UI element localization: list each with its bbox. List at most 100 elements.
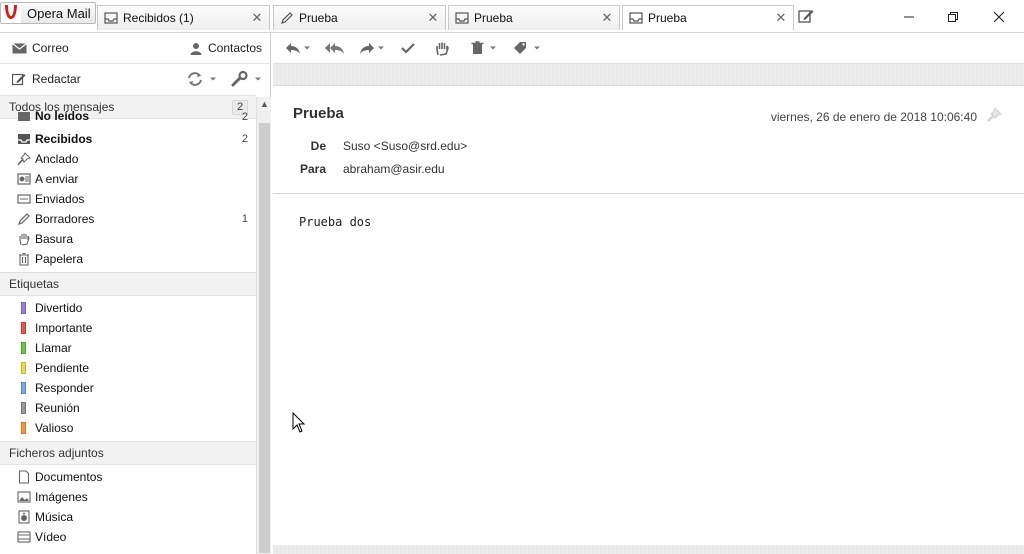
chevron-down-icon [490, 46, 496, 50]
close-tab-icon[interactable]: ✕ [425, 10, 441, 26]
scrollbar-thumb[interactable] [259, 123, 270, 553]
from-value[interactable]: Suso <Suso@srd.edu> [343, 139, 467, 153]
attachments-header[interactable]: Ficheros adjuntos [0, 441, 256, 465]
sidebar-item-llamar[interactable]: Llamar [0, 338, 256, 358]
inbox-icon [104, 12, 118, 24]
sidebar-item-responder[interactable]: Responder [0, 378, 256, 398]
trash-icon [471, 41, 484, 54]
message-subject: Prueba [293, 105, 344, 122]
music-icon [18, 510, 30, 524]
forward-icon [360, 43, 374, 54]
tab-prueba-active[interactable]: Prueba ✕ [622, 5, 794, 30]
inbox-icon [18, 134, 30, 144]
sidebar-item-video[interactable]: Vídeo [0, 527, 256, 547]
close-icon [993, 11, 1005, 22]
pin-icon[interactable] [986, 107, 1002, 123]
sidebar-item-reunion[interactable]: Reunión [0, 398, 256, 418]
reply-button[interactable] [285, 36, 311, 60]
sidebar-item-enviados[interactable]: Enviados [0, 189, 256, 209]
opera-mail-label: Opera Mail [27, 5, 91, 21]
label-button[interactable] [513, 36, 541, 60]
sidebar-item-label: Vídeo [35, 530, 67, 544]
chevron-down-icon [378, 46, 384, 50]
contacts-label: Contactos [208, 41, 263, 55]
label-color-icon [21, 402, 26, 414]
spam-button[interactable] [435, 36, 449, 60]
minimize-button[interactable] [886, 0, 932, 33]
sidebar-item-label: Borradores [35, 212, 95, 226]
sidebar-item-divertido[interactable]: Divertido [0, 298, 256, 318]
label-color-icon [21, 362, 26, 374]
reply-all-button[interactable] [325, 36, 345, 60]
mark-read-button[interactable] [401, 36, 415, 60]
sidebar-item-valioso[interactable]: Valioso [0, 418, 256, 438]
sidebar-item-basura[interactable]: Basura [0, 229, 256, 249]
sidebar-compose-row: Redactar [0, 64, 271, 95]
label-color-icon [21, 342, 26, 354]
hand-icon [19, 233, 30, 246]
tab-recibidos[interactable]: Recibidos (1) ✕ [97, 5, 270, 30]
sidebar-item-imagenes[interactable]: Imágenes [0, 487, 256, 507]
labels-header[interactable]: Etiquetas [0, 272, 256, 296]
sync-button[interactable] [186, 71, 217, 87]
minimize-icon [904, 16, 914, 17]
pencil-icon [18, 213, 30, 225]
chevron-down-icon [210, 77, 216, 81]
sidebar-item-papelera[interactable]: Papelera [0, 249, 256, 269]
message-body: Prueba dos [299, 215, 372, 229]
sidebar-item-anclado[interactable]: Anclado [0, 149, 256, 169]
restore-button[interactable] [930, 0, 976, 33]
delete-button[interactable] [471, 36, 497, 60]
scroll-up-arrow-icon[interactable]: ▲ [257, 97, 272, 111]
chevron-down-icon [304, 46, 310, 50]
to-value[interactable]: abraham@asir.edu [343, 162, 445, 176]
sidebar-item-label: Anclado [35, 152, 79, 166]
mail-label: Correo [32, 41, 69, 55]
sidebar-item-documentos[interactable]: Documentos [0, 467, 256, 487]
restore-icon [948, 11, 958, 22]
opera-mail-menu-button[interactable]: Opera Mail [0, 2, 96, 24]
sidebar-item-unread[interactable]: No leídos 2 [0, 111, 256, 123]
from-label: De [310, 139, 326, 153]
sidebar-item-label: Importante [35, 321, 93, 335]
close-tab-icon[interactable]: ✕ [773, 10, 789, 26]
tab-bar: Opera Mail Recibidos (1) ✕ Prueba ✕ Prue… [0, 0, 1024, 33]
sidebar-item-pendiente[interactable]: Pendiente [0, 358, 256, 378]
contacts-view-button[interactable]: Contactos [190, 41, 262, 55]
sidebar-item-label: Divertido [35, 301, 83, 315]
attachments-header-label: Ficheros adjuntos [9, 446, 104, 460]
close-tab-icon[interactable]: ✕ [249, 10, 265, 26]
tab-label: Prueba [648, 11, 687, 25]
sidebar-scrollbar[interactable]: ▲ [256, 97, 271, 554]
video-icon [17, 531, 31, 543]
sidebar-item-count: 2 [241, 111, 248, 123]
labels-header-label: Etiquetas [9, 277, 60, 291]
checkmark-icon [401, 43, 415, 54]
tab-prueba-inbox[interactable]: Prueba ✕ [448, 5, 620, 30]
sidebar-item-recibidos[interactable]: Recibidos 2 [0, 129, 256, 149]
label-color-icon [21, 302, 26, 314]
sidebar-item-label: Recibidos [35, 132, 93, 146]
sent-icon [17, 194, 31, 204]
compose-icon [798, 10, 814, 23]
label-color-icon [21, 422, 26, 434]
sidebar-item-a-enviar[interactable]: A enviar [0, 169, 256, 189]
forward-button[interactable] [359, 36, 385, 60]
sidebar-item-label: Imágenes [35, 490, 88, 504]
envelope-icon [12, 42, 27, 53]
sidebar-item-label: Valioso [35, 421, 74, 435]
compose-button[interactable]: Redactar [12, 72, 81, 86]
new-message-button[interactable] [796, 6, 822, 28]
message-header: Prueba viernes, 26 de enero de 2018 10:0… [273, 86, 1024, 194]
sidebar-item-label: Llamar [35, 341, 72, 355]
sidebar-item-musica[interactable]: Música [0, 507, 256, 527]
tab-prueba-draft[interactable]: Prueba ✕ [273, 5, 446, 30]
sidebar-item-label: Documentos [35, 470, 103, 484]
label-color-icon [21, 382, 26, 394]
close-tab-icon[interactable]: ✕ [599, 10, 615, 26]
mail-view-button[interactable]: Correo [12, 41, 69, 55]
sidebar-item-importante[interactable]: Importante [0, 318, 256, 338]
close-window-button[interactable] [976, 0, 1022, 33]
settings-button[interactable] [231, 71, 262, 87]
sidebar-item-borradores[interactable]: Borradores 1 [0, 209, 256, 229]
